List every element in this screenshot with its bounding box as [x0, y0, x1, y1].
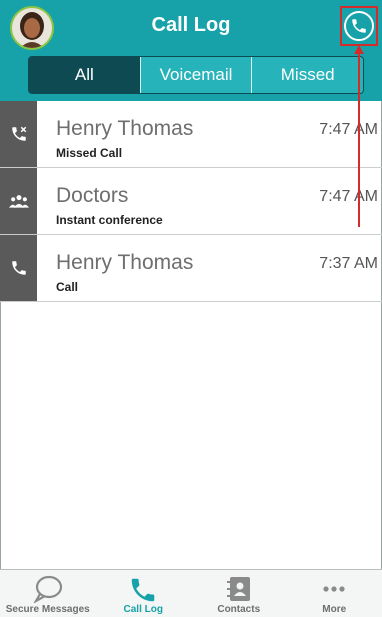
phone-icon: [132, 578, 155, 602]
phone-icon: [0, 235, 37, 301]
contacts-book-icon: [226, 577, 250, 601]
call-time: 7:47 AM: [319, 188, 378, 205]
tab-label: Secure Messages: [5, 604, 90, 615]
tab-label: More: [322, 604, 347, 615]
call-row[interactable]: Henry Thomas Call 7:37 AM: [0, 235, 382, 302]
tab-call-log[interactable]: Call Log: [96, 570, 192, 617]
tab-more[interactable]: More: [287, 570, 382, 617]
missed-call-icon: [0, 101, 37, 167]
call-row[interactable]: Doctors Instant conference 7:47 AM: [0, 168, 382, 235]
conference-icon: [0, 168, 37, 234]
tab-label: Call Log: [123, 604, 163, 615]
tab-secure-messages[interactable]: Secure Messages: [0, 570, 96, 617]
more-dots-icon: [323, 586, 345, 592]
annotation-arrow-line: [358, 47, 360, 227]
bottom-tab-bar: Secure Messages Call Log Contacts More: [0, 569, 382, 617]
header-bar: Call Log All Voicemail Missed: [0, 0, 382, 101]
page-title: Call Log: [151, 14, 231, 36]
caller-name: Doctors: [56, 184, 129, 207]
tab-label: Contacts: [217, 604, 261, 615]
caller-name: Henry Thomas: [56, 117, 194, 140]
call-time: 7:47 AM: [319, 121, 378, 138]
chat-bubble-icon: [33, 575, 62, 603]
call-filter-segment: All Voicemail Missed: [28, 56, 364, 94]
filter-all[interactable]: All: [29, 57, 140, 93]
annotation-arrow-head: [354, 45, 364, 54]
caller-name: Henry Thomas: [56, 251, 194, 274]
call-type: Call: [56, 280, 79, 294]
new-call-button[interactable]: [340, 6, 378, 46]
phone-icon: [344, 11, 374, 41]
tab-contacts[interactable]: Contacts: [191, 570, 287, 617]
call-time: 7:37 AM: [319, 255, 378, 272]
call-list: Henry Thomas Missed Call 7:47 AM Doctors…: [0, 101, 382, 302]
call-row[interactable]: Henry Thomas Missed Call 7:47 AM: [0, 101, 382, 168]
call-type: Missed Call: [56, 146, 123, 160]
filter-missed[interactable]: Missed: [251, 57, 363, 93]
call-type: Instant conference: [56, 213, 163, 227]
filter-voicemail[interactable]: Voicemail: [139, 57, 252, 93]
